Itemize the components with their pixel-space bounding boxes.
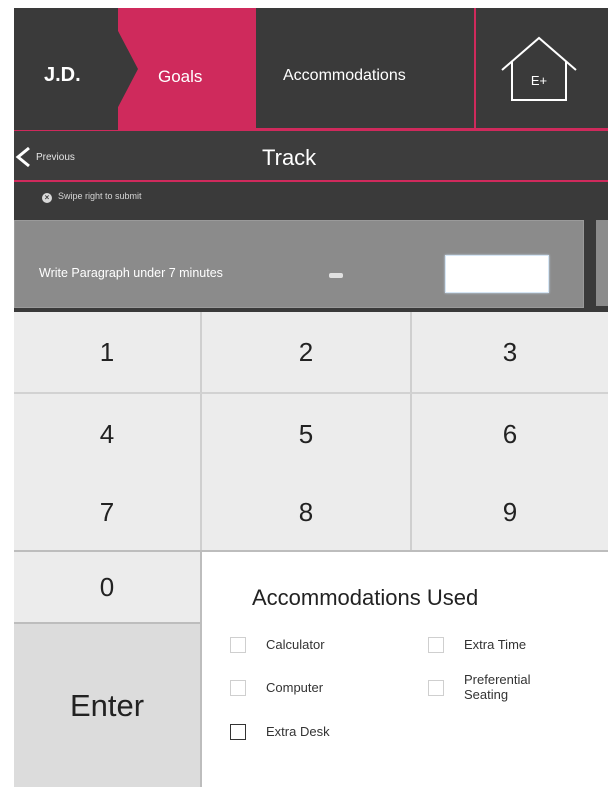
- accommodation-calculator[interactable]: Calculator: [230, 637, 325, 653]
- goal-strip: Write Paragraph under 7 minutes: [14, 214, 608, 312]
- tab-goals[interactable]: Goals: [106, 8, 256, 130]
- close-circle-icon[interactable]: ×: [42, 193, 52, 203]
- swipe-hint-text: Swipe right to submit: [58, 191, 142, 201]
- student-tab[interactable]: J.D.: [14, 8, 118, 130]
- top-navigation: Goals J.D. Accommodations E+: [14, 8, 608, 131]
- keypad-key-5[interactable]: 5: [202, 394, 412, 474]
- keypad-key-7[interactable]: 7: [14, 474, 202, 550]
- extra-desk-label: Extra Desk: [266, 724, 330, 739]
- app-frame: Goals J.D. Accommodations E+ Previous Tr…: [14, 8, 608, 787]
- previous-button[interactable]: Previous: [14, 143, 75, 171]
- enter-button[interactable]: Enter: [14, 622, 202, 787]
- extra-time-checkbox[interactable]: [428, 637, 444, 653]
- accommodation-extra-desk[interactable]: Extra Desk: [230, 724, 330, 740]
- keypad-key-1[interactable]: 1: [14, 312, 202, 394]
- calculator-label: Calculator: [266, 637, 325, 652]
- accommodation-extra-time[interactable]: Extra Time: [428, 637, 526, 653]
- home-icon-text: E+: [531, 73, 547, 88]
- preferential-seating-label: Preferential Seating: [464, 672, 531, 702]
- calculator-checkbox[interactable]: [230, 637, 246, 653]
- home-icon: E+: [501, 36, 577, 101]
- tab-accommodations[interactable]: Accommodations: [259, 8, 473, 130]
- next-goal-card[interactable]: [596, 220, 608, 306]
- computer-checkbox[interactable]: [230, 680, 246, 696]
- student-initials: J.D.: [44, 64, 81, 86]
- goal-card[interactable]: Write Paragraph under 7 minutes: [14, 220, 584, 308]
- previous-label: Previous: [36, 151, 75, 163]
- accommodations-used-panel: Accommodations Used Calculator Extra Tim…: [202, 550, 608, 787]
- swipe-hint: × Swipe right to submit: [14, 182, 608, 214]
- computer-label: Computer: [266, 680, 324, 695]
- keypad-key-9[interactable]: 9: [412, 474, 608, 550]
- keypad-key-0[interactable]: 0: [14, 550, 202, 622]
- goal-text: Write Paragraph under 7 minutes: [39, 266, 223, 280]
- page-title: Track: [262, 145, 317, 170]
- keypad-key-2[interactable]: 2: [202, 312, 412, 394]
- accommodation-computer[interactable]: Computer: [230, 680, 323, 696]
- extra-time-label: Extra Time: [464, 637, 527, 652]
- tab-accommodations-label: Accommodations: [283, 67, 406, 84]
- tab-goals-label: Goals: [158, 67, 203, 86]
- keypad-key-8[interactable]: 8: [202, 474, 412, 550]
- preferential-seating-checkbox[interactable]: [428, 680, 444, 696]
- keypad-key-3[interactable]: 3: [412, 312, 608, 394]
- chevron-left-icon: [15, 146, 30, 168]
- goal-value-input[interactable]: [445, 255, 549, 293]
- home-button[interactable]: E+: [474, 8, 608, 130]
- accommodations-used-title: Accommodations Used: [252, 585, 479, 610]
- accommodation-preferential-seating[interactable]: Preferential Seating: [428, 672, 560, 702]
- keypad-key-6[interactable]: 6: [412, 394, 608, 474]
- track-bar: Previous Track: [14, 131, 608, 181]
- keypad-key-4[interactable]: 4: [14, 394, 202, 474]
- extra-desk-checkbox[interactable]: [230, 724, 246, 740]
- minus-icon[interactable]: [329, 273, 343, 278]
